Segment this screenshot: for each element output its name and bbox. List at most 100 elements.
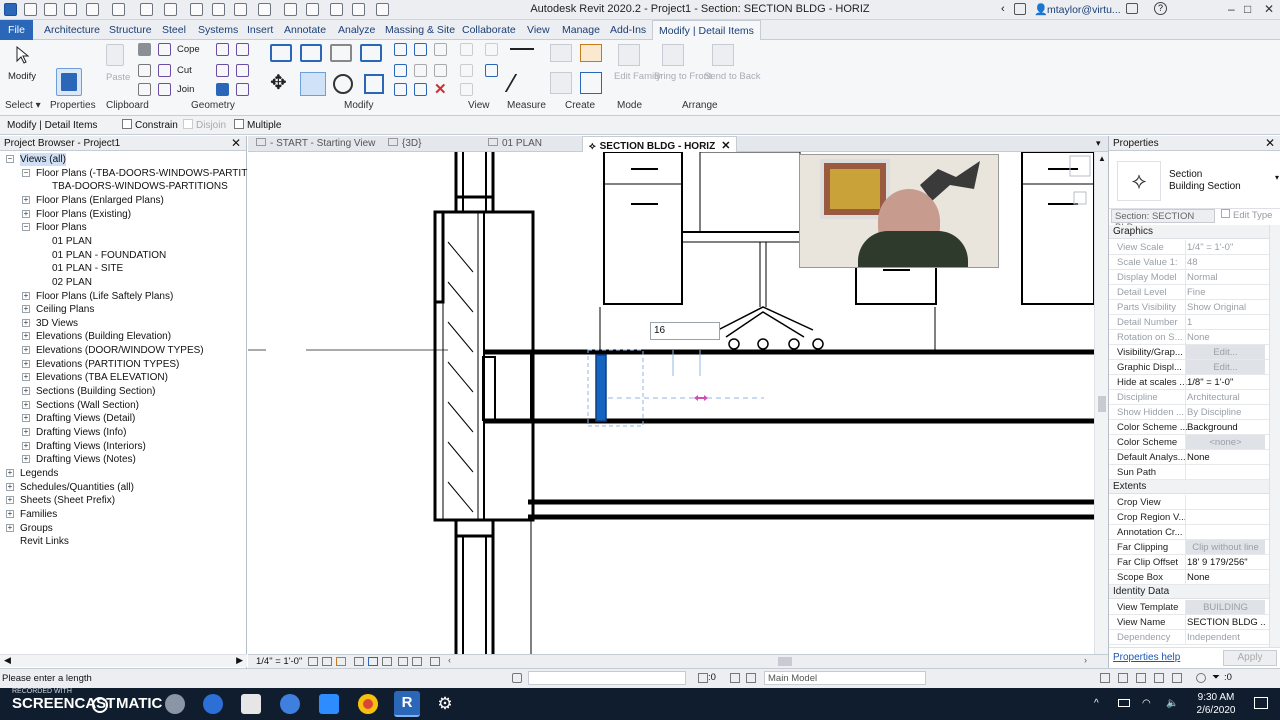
tree-toggle-icon[interactable]: + (22, 318, 30, 327)
design-options-icon[interactable] (730, 673, 740, 683)
properties-section-header[interactable]: Graphics (1109, 225, 1269, 239)
tab-analyze[interactable]: Analyze (338, 24, 375, 36)
redo-icon[interactable] (112, 3, 125, 16)
search-arrow-icon[interactable]: ‹ (1001, 3, 1005, 15)
tab-01-plan[interactable]: 01 PLAN (488, 138, 542, 149)
browser-item[interactable]: Views (all) (20, 153, 66, 166)
mirror-draw-axis-icon[interactable] (360, 44, 382, 62)
select-by-face-icon[interactable] (1154, 673, 1164, 683)
property-value[interactable]: Background (1185, 420, 1265, 434)
cope-label[interactable]: Cope (177, 44, 200, 55)
visual-style-icon[interactable] (322, 657, 332, 666)
property-value[interactable]: SECTION BLDG ... (1185, 615, 1265, 629)
zoom-icon[interactable] (319, 694, 339, 714)
cart-icon[interactable] (1126, 3, 1138, 14)
offset-icon[interactable] (300, 44, 322, 62)
restore-button[interactable]: □ (1244, 2, 1251, 16)
geometry-tool-1-icon[interactable] (216, 43, 229, 56)
tab-annotate[interactable]: Annotate (284, 24, 326, 36)
text-icon[interactable] (234, 3, 247, 16)
cut-label[interactable]: Cut (177, 65, 192, 76)
multiple-checkbox[interactable]: Multiple (234, 119, 281, 131)
browser-item[interactable]: 01 PLAN (52, 235, 92, 248)
properties-section-header[interactable]: Identity Data (1109, 585, 1269, 599)
close-tab-icon[interactable]: ✕ (721, 140, 730, 152)
match-properties-icon[interactable] (138, 83, 151, 96)
property-value[interactable]: None (1185, 570, 1265, 584)
type-selector[interactable]: ⟡ Section Building Section ▾ (1109, 151, 1280, 209)
scale-icon[interactable] (414, 64, 427, 77)
property-row[interactable]: Far Clipping Clip without line (1109, 540, 1269, 555)
cut-geometry-icon[interactable] (158, 64, 171, 77)
property-row[interactable]: View Scale 1/4" = 1'-0" (1109, 240, 1269, 255)
browser-item[interactable]: Elevations (TBA ELEVATION) (36, 371, 168, 384)
tree-toggle-icon[interactable]: + (6, 496, 14, 505)
tree-toggle-icon[interactable]: + (22, 455, 30, 464)
3d-view-icon[interactable] (258, 3, 271, 16)
property-row[interactable]: Dependency Independent (1109, 630, 1269, 645)
browser-item[interactable]: Schedules/Quantities (all) (20, 481, 134, 494)
tree-toggle-icon[interactable]: + (22, 291, 30, 300)
property-row[interactable]: View Template BUILDING (1109, 600, 1269, 615)
trim-extend-icon[interactable] (364, 74, 384, 94)
workset-icon[interactable] (512, 673, 522, 683)
tab-steel[interactable]: Steel (162, 24, 186, 36)
tab-modify-detail-items[interactable]: Modify | Detail Items (652, 20, 761, 41)
tree-toggle-icon[interactable]: − (6, 155, 14, 163)
align-icon[interactable] (270, 44, 292, 62)
property-value[interactable] (1185, 510, 1265, 524)
rotate-icon[interactable] (333, 74, 353, 94)
scroll-right-icon[interactable]: › (1084, 655, 1087, 665)
tab-3d-view[interactable]: {3D} (388, 138, 421, 149)
shadows-icon[interactable] (354, 657, 364, 666)
browser-item[interactable]: Floor Plans (36, 221, 87, 234)
property-row[interactable]: Detail Level Fine (1109, 285, 1269, 300)
browser-item[interactable]: 3D Views (36, 317, 78, 330)
browser-item[interactable]: Sections (Wall Section) (36, 399, 139, 412)
property-row[interactable]: Discipline Architectural (1109, 390, 1269, 405)
join-icon[interactable] (158, 83, 171, 96)
open-icon[interactable] (24, 3, 37, 16)
crop-view-icon[interactable] (368, 657, 378, 666)
editable-only-icon[interactable] (698, 673, 708, 683)
clock-date[interactable]: 2/6/2020 (1190, 705, 1242, 716)
section-icon[interactable] (284, 3, 297, 16)
browser-item[interactable]: Sections (Building Section) (36, 385, 156, 398)
clock-time[interactable]: 9:30 AM (1190, 692, 1242, 703)
tray-chevron-icon[interactable]: ^ (1094, 698, 1099, 709)
notifications-icon[interactable] (1254, 697, 1268, 709)
tree-toggle-icon[interactable]: + (6, 523, 14, 532)
tree-toggle-icon[interactable]: + (22, 414, 30, 423)
property-row[interactable]: Far Clip Offset 18' 9 179/256" (1109, 555, 1269, 570)
teamviewer-icon[interactable] (203, 694, 223, 714)
browser-item[interactable]: Elevations (Building Elevation) (36, 330, 171, 343)
tab-file[interactable]: File (0, 20, 33, 40)
copy-tool-icon[interactable] (300, 72, 326, 96)
browser-item[interactable]: Ceiling Plans (36, 303, 94, 316)
browser-item[interactable]: Legends (20, 467, 58, 480)
trim-multiple-icon[interactable] (394, 83, 407, 96)
property-value[interactable]: None (1185, 450, 1265, 464)
scroll-left-icon[interactable]: ‹ (448, 655, 451, 665)
tab-architecture[interactable]: Architecture (44, 24, 100, 36)
browser-item[interactable]: Floor Plans (Life Saftely Plans) (36, 290, 173, 303)
array-icon[interactable] (394, 64, 407, 77)
tree-toggle-icon[interactable]: + (22, 305, 30, 314)
properties-icon[interactable] (56, 68, 82, 96)
measure-between-icon[interactable] (510, 48, 534, 52)
detail-level-icon[interactable] (308, 657, 318, 666)
property-row[interactable]: Crop Region V... (1109, 510, 1269, 525)
browser-item[interactable]: Floor Plans (Existing) (36, 208, 131, 221)
undo-icon[interactable] (86, 3, 99, 16)
tree-toggle-icon[interactable]: + (22, 195, 30, 204)
volume-icon[interactable]: 🔈 (1166, 698, 1178, 709)
geometry-tool-2-icon[interactable] (236, 43, 249, 56)
select-pinned-icon[interactable] (1136, 673, 1146, 683)
exclude-options-icon[interactable] (746, 673, 756, 683)
network-icon[interactable]: ◠ (1142, 698, 1151, 709)
create-group-icon[interactable] (580, 44, 602, 62)
browser-item[interactable]: Groups (20, 522, 53, 535)
app-icon-1[interactable] (165, 694, 185, 714)
design-option-dropdown[interactable]: Main Model (764, 671, 926, 685)
tree-toggle-icon[interactable]: + (6, 468, 14, 477)
